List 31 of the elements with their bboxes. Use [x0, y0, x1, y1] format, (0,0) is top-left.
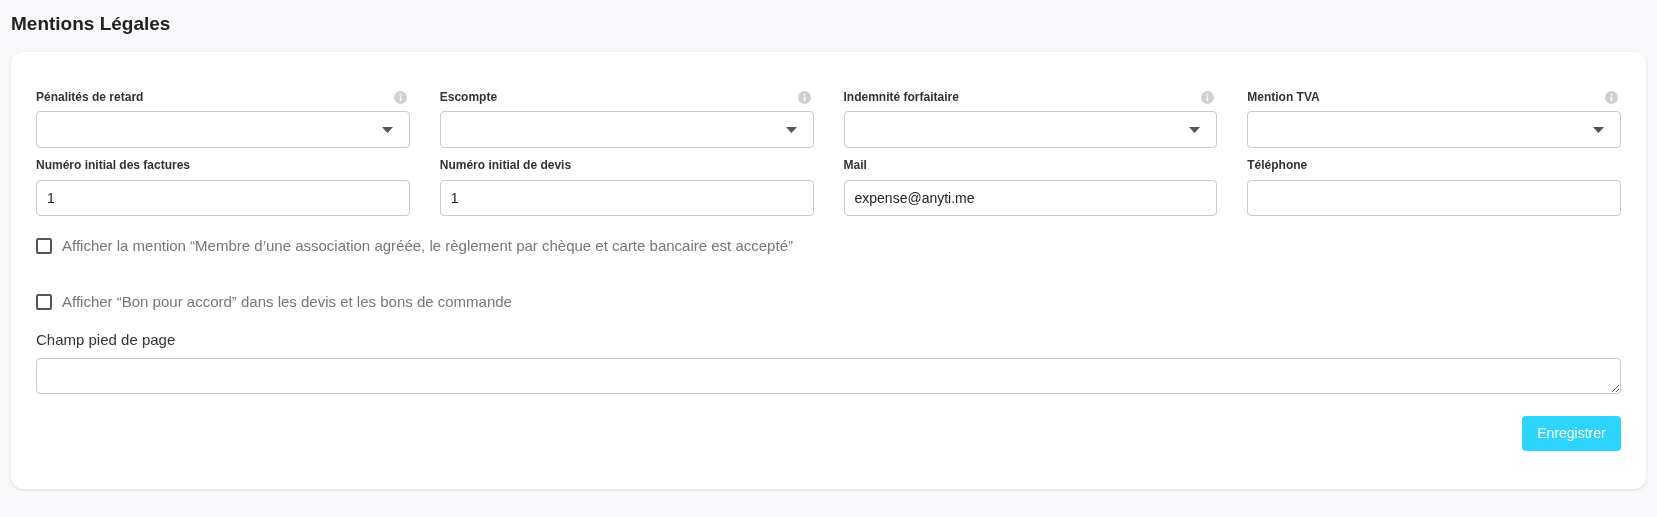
page-title: Mentions Légales: [11, 12, 172, 36]
checkbox-label: Afficher la mention “Membre d’une association agréée, le règlement par chèque et carte bancaire est accepté”: [62, 235, 793, 256]
checkbox-label: Afficher “Bon pour accord” dans les devis et les bons de commande: [62, 291, 512, 312]
caret-icon: [1189, 126, 1201, 133]
field-label: Numéro initial des factures: [36, 157, 192, 174]
caret-icon: [1593, 126, 1604, 133]
field-label: Champ pied de page: [36, 330, 177, 350]
info-icon: [797, 90, 811, 104]
field-label: Téléphone: [1247, 157, 1309, 174]
select-field[interactable]: [439, 111, 814, 148]
footer-text-field[interactable]: [36, 358, 1621, 394]
caret-icon: [785, 126, 797, 133]
select-field[interactable]: [843, 111, 1218, 148]
field-label: Mail: [843, 157, 868, 174]
checkbox[interactable]: [36, 238, 52, 254]
input-field[interactable]: 1: [439, 180, 814, 216]
field-label: Numéro initial de devis: [439, 157, 573, 174]
select-field[interactable]: [36, 111, 410, 148]
input-field[interactable]: [1247, 180, 1621, 216]
info-icon: [393, 90, 407, 104]
field-label: Escompte: [439, 89, 498, 106]
info-icon: [1605, 90, 1618, 104]
field-label: Pénalités de retard: [36, 89, 144, 106]
select-field[interactable]: [1247, 111, 1621, 148]
field-label: Mention TVA: [1247, 89, 1320, 106]
input-field[interactable]: expense@anyti.me: [843, 180, 1218, 216]
checkbox[interactable]: [36, 294, 52, 310]
caret-icon: [381, 126, 393, 133]
field-label: Indemnité forfaitaire: [843, 89, 959, 106]
info-icon: [1201, 90, 1215, 104]
input-field[interactable]: 1: [36, 180, 410, 216]
